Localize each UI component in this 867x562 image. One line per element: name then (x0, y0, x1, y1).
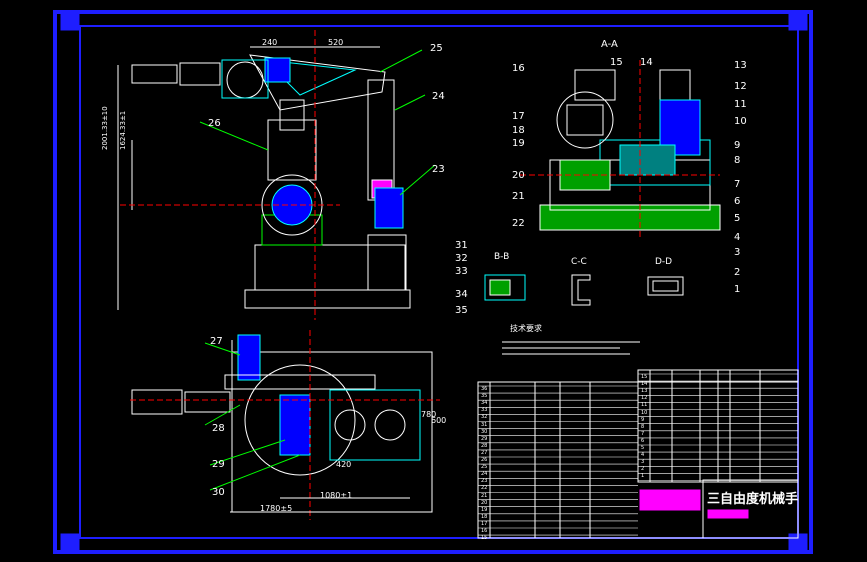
bom-row-number: 22 (481, 485, 488, 492)
bom-row-number: 29 (481, 435, 488, 442)
bom-row-number: 20 (481, 499, 488, 506)
bom-row-number: 9 (641, 416, 645, 423)
part-callout-8: 8 (734, 155, 741, 166)
part-callout-21: 21 (512, 191, 525, 202)
part-callout-22: 22 (512, 218, 525, 229)
part-callout-17: 17 (512, 111, 525, 122)
section-label-b-b: B-B (494, 252, 510, 262)
bom-row-number: 23 (481, 478, 488, 485)
bom-row-number: 31 (481, 421, 488, 428)
part-callout-18: 18 (512, 125, 525, 136)
bom-row-number: 3 (641, 459, 645, 466)
dim-1624: 1624.33±1 (119, 110, 127, 150)
bom-row-number: 14 (641, 381, 648, 388)
bom-row-number: 35 (481, 393, 488, 400)
part-callout-30: 30 (212, 487, 225, 498)
bom-row-number: 18 (481, 513, 488, 520)
tech-requirements-text (502, 341, 640, 355)
bom-row-number: 19 (481, 506, 488, 513)
part-callout-19: 19 (512, 138, 525, 149)
bom-row-number: 24 (481, 471, 488, 478)
part-callout-6: 6 (734, 196, 741, 207)
part-callout-24: 24 (432, 91, 445, 102)
part-callout-23: 23 (432, 164, 445, 175)
part-callout-11: 11 (734, 99, 747, 110)
bom-row-number: 30 (481, 428, 488, 435)
part-callout-2: 2 (734, 267, 741, 278)
part-callout-25: 25 (430, 43, 443, 54)
bom-row-number: 16 (481, 528, 488, 534)
bom-row-number: 32 (481, 414, 488, 421)
part-callout-13: 13 (734, 60, 747, 71)
part-callout-32: 32 (455, 253, 468, 264)
bom-row-number: 25 (481, 464, 488, 471)
part-callout-20: 20 (512, 170, 525, 181)
part-callout-4: 4 (734, 232, 741, 243)
bom-row-number: 6 (641, 437, 645, 444)
section-a-a (520, 60, 721, 240)
drawing-title: 三自由度机械手 (707, 492, 799, 507)
bom-row-number: 13 (641, 388, 648, 395)
part-callout-14: 14 (640, 57, 653, 68)
part-callout-12: 12 (734, 81, 747, 92)
part-callout-16: 16 (512, 63, 525, 74)
part-callout-33: 33 (455, 266, 468, 277)
dim-240: 240 (262, 38, 278, 47)
top-view (130, 330, 440, 520)
part-callout-29: 29 (212, 459, 225, 470)
bom-row-number: 28 (481, 442, 488, 449)
dim-600: 600 (431, 416, 447, 425)
part-callout-31: 31 (455, 240, 468, 251)
dim-1080: 1080±1 (320, 491, 353, 500)
bom-row-number: 34 (481, 400, 488, 407)
dim-2001: 2001.33±10 (101, 106, 109, 150)
bom-row-number: 12 (641, 395, 648, 402)
section-label-a-a: A-A (601, 39, 618, 50)
front-view (117, 30, 436, 320)
section-label-c-c: C-C (571, 257, 587, 267)
bom-row-number: 11 (641, 402, 648, 409)
tech-req-heading: 技术要求 (510, 324, 542, 333)
part-callout-15: 15 (610, 57, 623, 68)
detail-sections (484, 274, 684, 306)
bom-row-number: 4 (641, 452, 645, 459)
part-callout-9: 9 (734, 140, 741, 151)
bom-row-number: 8 (641, 423, 645, 430)
section-label-d-d: D-D (655, 257, 673, 267)
bom-row-number: 26 (481, 457, 488, 463)
bom-row-number: 33 (481, 407, 488, 414)
bom-row-number: 27 (481, 449, 488, 456)
part-callout-5: 5 (734, 213, 741, 224)
part-callout-10: 10 (734, 116, 747, 127)
bom-row-number: 10 (641, 409, 648, 416)
bom-row-number: 15 (481, 535, 488, 542)
bom-row-number: 5 (641, 445, 645, 451)
bom-row-number: 2 (641, 466, 645, 473)
bom-row-number: 36 (481, 386, 488, 392)
part-callout-1: 1 (734, 284, 741, 295)
part-callout-28: 28 (212, 423, 225, 434)
bom-row-number: 15 (641, 374, 648, 380)
part-callout-35: 35 (455, 305, 468, 316)
part-callout-7: 7 (734, 179, 741, 190)
bom-row-number: 21 (481, 492, 488, 499)
dim-520: 520 (328, 38, 344, 47)
dim-1780: 1780±5 (260, 504, 293, 513)
bom-row-number: 17 (481, 520, 488, 527)
part-callout-3: 3 (734, 247, 741, 258)
part-callout-27: 27 (210, 336, 223, 347)
part-callout-26: 26 (208, 118, 221, 129)
part-callout-34: 34 (455, 289, 468, 300)
dim-420: 420 (336, 460, 352, 469)
bom-row-number: 1 (641, 473, 645, 480)
bom-row-number: 7 (641, 430, 645, 437)
